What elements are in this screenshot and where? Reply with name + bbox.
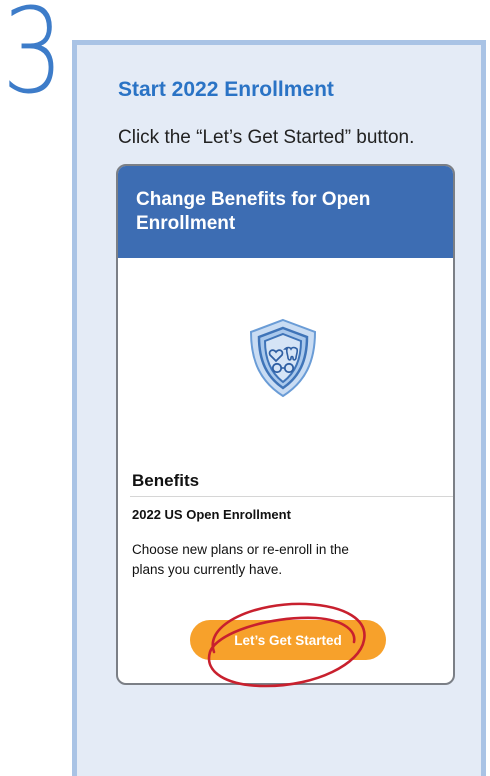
enrollment-description: Choose new plans or re-enroll in the pla… — [132, 542, 349, 578]
benefits-shield-icon — [243, 316, 323, 401]
divider — [130, 496, 453, 497]
card-title: Change Benefits for Open Enrollment — [136, 189, 371, 234]
lets-get-started-button[interactable]: Let’s Get Started — [190, 620, 386, 660]
enrollment-name: 2022 US Open Enrollment — [132, 507, 291, 522]
step-number: 3 — [2, 0, 64, 120]
benefits-section-title: Benefits — [132, 471, 200, 490]
step-instruction: Click the “Let’s Get Started” button. — [118, 127, 415, 148]
card-header: Change Benefits for Open Enrollment — [118, 166, 453, 258]
open-enrollment-card: Change Benefits for Open Enrollment Bene… — [116, 164, 455, 685]
step-title: Start 2022 Enrollment — [118, 78, 334, 101]
